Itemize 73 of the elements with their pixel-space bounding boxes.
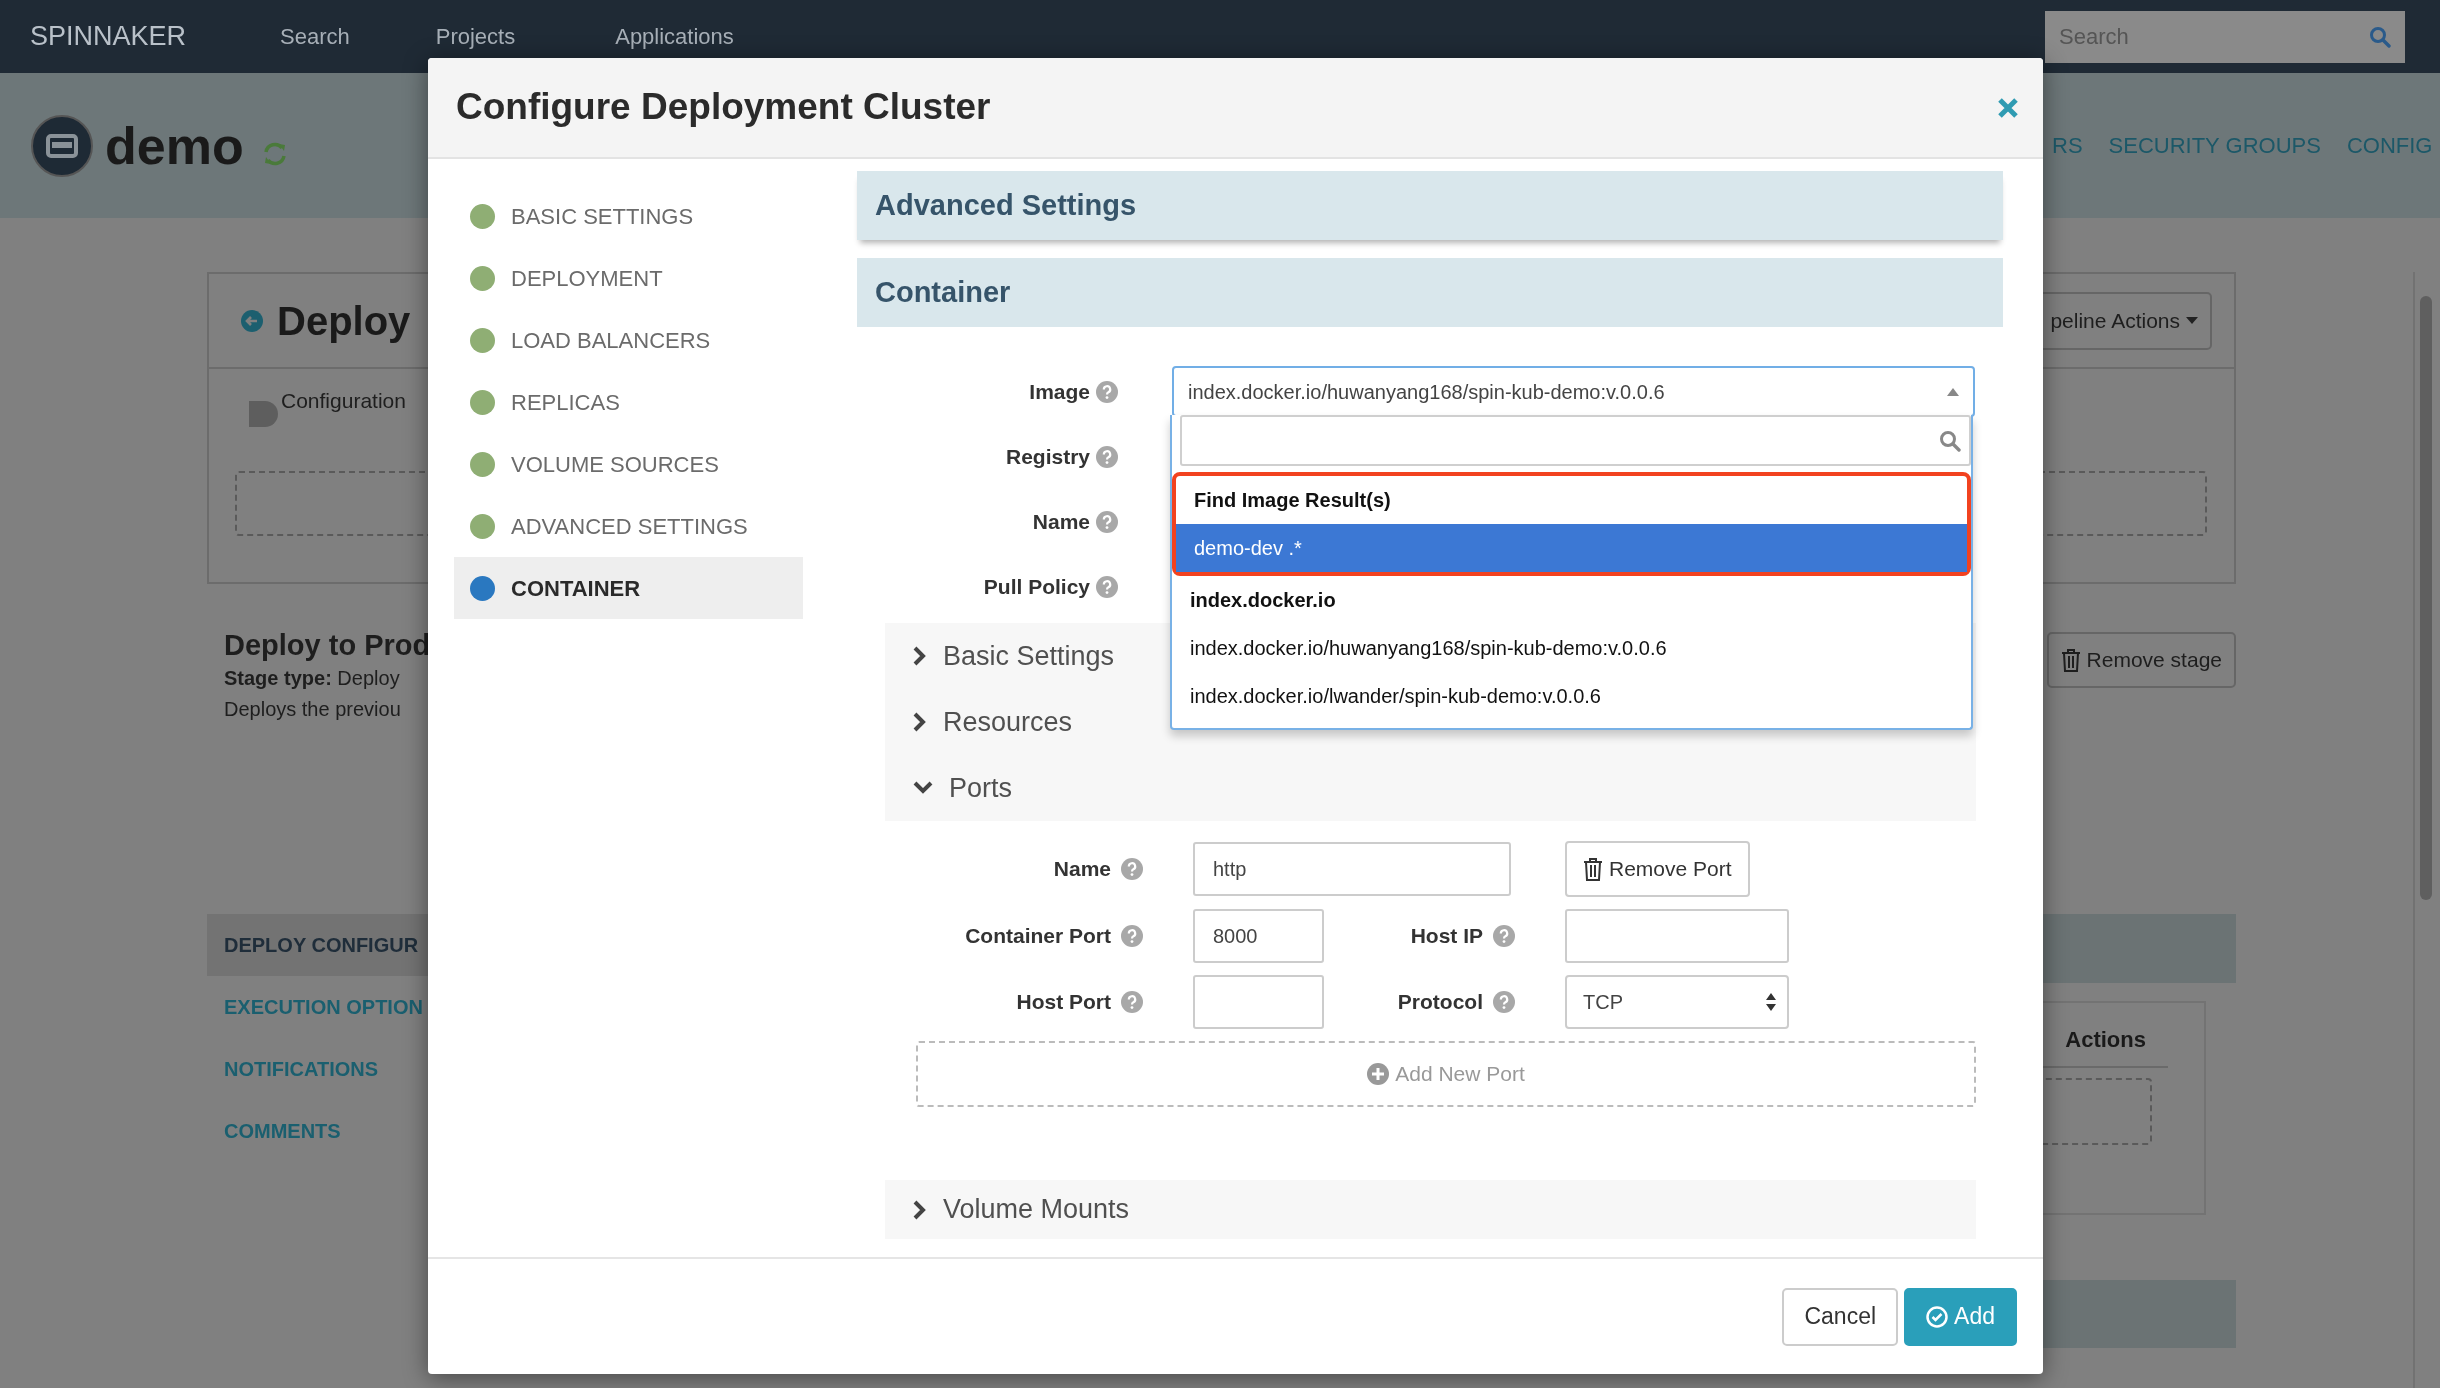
trash-icon <box>1583 857 1603 881</box>
check-circle-icon <box>1926 1305 1949 1328</box>
dialog-nav-item[interactable]: BASIC SETTINGS <box>454 185 803 247</box>
collapsible-header[interactable]: Resources <box>885 689 1073 755</box>
search-icon <box>2369 25 2391 48</box>
dropdown-option[interactable]: index.docker.io/lwander/spin-kub-demo:v.0.0.6 <box>1172 672 1971 720</box>
help-icon <box>1121 925 1143 947</box>
stage-title: Deploy <box>277 297 411 345</box>
remove-port-button[interactable]: Remove Port <box>1565 841 1750 897</box>
help-icon <box>1096 575 1118 598</box>
help-icon <box>1493 925 1515 947</box>
dialog-nav-item[interactable]: DEPLOYMENT <box>454 247 803 309</box>
caret-icon <box>2186 316 2198 325</box>
refresh-icon <box>261 140 288 167</box>
close-button[interactable] <box>1997 96 2019 119</box>
dialog-nav-item[interactable]: ADVANCED SETTINGS <box>454 495 803 557</box>
field-label: Container Port <box>964 923 1111 950</box>
stage-nav-item[interactable]: DEPLOY CONFIGUR <box>207 913 428 976</box>
field-label: Name <box>1031 508 1090 535</box>
trash-icon <box>2060 648 2081 672</box>
field-label: Protocol <box>1396 989 1483 1016</box>
nav-link[interactable]: Search <box>280 20 350 53</box>
app-icon <box>31 114 93 177</box>
field-label: Host IP <box>1409 923 1483 950</box>
dialog-nav-item[interactable]: CONTAINER <box>454 557 803 619</box>
section-header: Container <box>857 258 2003 327</box>
option-group-header: index.docker.io <box>1189 588 1337 613</box>
field-label: Name <box>1052 856 1111 883</box>
nav-link[interactable]: Applications <box>615 20 734 53</box>
input-field[interactable] <box>1565 909 1789 963</box>
plus-circle-icon <box>1367 1063 1390 1085</box>
field-label: Image <box>1028 378 1090 405</box>
protocol-select[interactable]: TCP <box>1565 975 1789 1029</box>
collapsible-header[interactable]: Ports <box>885 755 1013 821</box>
field-label: Pull Policy <box>982 573 1090 600</box>
brand-logo[interactable]: SPINNAKER <box>30 16 280 57</box>
stage-type: Stage type: Deploy <box>224 665 401 691</box>
dropdown-option[interactable]: index.docker.io/huwanyang168/spin-kub-demo:v.0.0.6 <box>1172 624 1971 672</box>
help-icon <box>1493 991 1515 1013</box>
remove-stage-button[interactable]: Remove stage <box>2046 632 2236 688</box>
dialog-nav-item[interactable]: VOLUME SOURCES <box>454 433 803 495</box>
configuration-label: Configuration <box>281 388 406 414</box>
image-select[interactable]: index.docker.io/huwanyang168/spin-kub-demo:v.0.0.6 <box>1172 366 1975 417</box>
dropdown-option[interactable]: demo-dev .* <box>1176 524 1967 572</box>
dialog-nav-item[interactable]: REPLICAS <box>454 371 803 433</box>
section-header: Advanced Settings <box>857 171 2003 240</box>
close-icon <box>1997 96 2019 119</box>
nav-link[interactable]: Projects <box>435 20 516 53</box>
dialog-title: Configure Deployment Cluster <box>456 85 991 130</box>
dropdown-search-field[interactable] <box>1180 415 1971 466</box>
dialog-nav-item[interactable]: LOAD BALANCERS <box>454 309 803 371</box>
help-icon <box>1121 991 1143 1013</box>
add-new-port-button[interactable]: Add New Port <box>916 1041 1976 1107</box>
field-label: Registry <box>1004 443 1090 470</box>
collapsible-header[interactable]: Volume Mounts <box>885 1180 1130 1239</box>
field-label: Host Port <box>1015 989 1111 1016</box>
help-icon <box>1096 510 1118 533</box>
stage-description: Deploys the previou <box>224 696 402 722</box>
app-name: demo <box>105 115 244 177</box>
input-field[interactable]: 8000 <box>1193 909 1324 963</box>
add-button[interactable]: Add <box>1904 1287 2017 1346</box>
stage-name: Deploy to Prod <box>224 630 431 662</box>
search-icon <box>1939 429 1961 452</box>
help-icon <box>1096 380 1118 403</box>
cancel-button[interactable]: Cancel <box>1782 1287 1899 1346</box>
scrollbar-thumb[interactable] <box>2420 296 2432 900</box>
input-field[interactable]: http <box>1193 842 1511 896</box>
help-icon <box>1096 445 1118 468</box>
updown-icon <box>1765 992 1777 1012</box>
input-field[interactable] <box>1193 975 1324 1029</box>
option-group-header: Find Image Result(s) <box>1193 488 1392 513</box>
collapsible-header[interactable]: Basic Settings <box>885 623 1115 689</box>
help-icon <box>1121 858 1143 880</box>
